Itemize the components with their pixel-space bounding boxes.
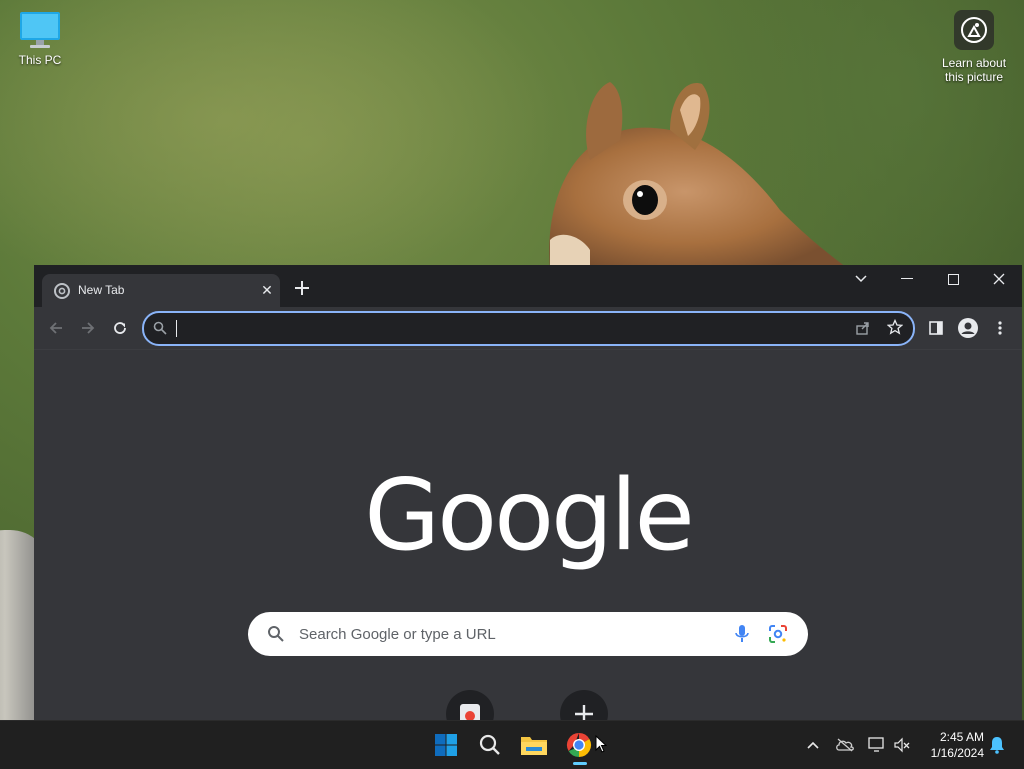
add-shortcut-button[interactable]	[560, 690, 608, 720]
tab-title: New Tab	[78, 283, 125, 297]
close-button[interactable]	[976, 265, 1022, 293]
taskbar-clock[interactable]: 2:45 AM 1/16/2024	[914, 729, 984, 761]
desktop-icon-label: Learn about this picture	[941, 56, 1007, 84]
profile-avatar-icon	[958, 318, 978, 338]
new-tab-page: Google Search Google or type a URL	[34, 350, 1022, 720]
browser-toolbar	[34, 307, 1022, 350]
search-icon	[268, 626, 284, 642]
volume-tray-button[interactable]	[890, 733, 914, 757]
profile-button[interactable]	[957, 317, 979, 339]
menu-button[interactable]	[989, 317, 1011, 339]
wallpaper-blur	[0, 0, 560, 300]
google-logo: Google	[364, 459, 695, 573]
network-icon	[868, 737, 884, 752]
folder-icon	[521, 737, 547, 755]
desktop-icon-learn-about-picture[interactable]: Learn about this picture	[934, 10, 1014, 84]
chevron-up-icon	[807, 741, 819, 749]
reload-button[interactable]	[109, 317, 131, 339]
start-button[interactable]	[426, 727, 466, 763]
squirrel-image	[549, 82, 850, 270]
network-tray-button[interactable]	[865, 733, 889, 757]
volume-muted-icon	[894, 737, 910, 753]
camera-lens-icon	[954, 10, 994, 50]
search-icon	[479, 734, 500, 755]
file-explorer-button[interactable]	[514, 727, 554, 763]
tab-search-button[interactable]	[838, 265, 884, 293]
clock-date: 1/16/2024	[930, 746, 984, 760]
close-icon	[993, 273, 1005, 285]
search-placeholder: Search Google or type a URL	[299, 626, 496, 643]
notifications-button[interactable]	[985, 733, 1009, 757]
google-lens-icon[interactable]	[768, 624, 788, 644]
onedrive-tray-button[interactable]	[833, 733, 857, 757]
tab-strip: New Tab ✕	[34, 265, 1022, 307]
chevron-down-icon	[855, 275, 867, 283]
tab-close-icon[interactable]: ✕	[259, 282, 275, 298]
taskbar-search-button[interactable]	[470, 727, 510, 763]
microphone-icon[interactable]	[734, 624, 750, 644]
maximize-button[interactable]	[930, 265, 976, 293]
taskbar: 2:45 AM 1/16/2024	[0, 720, 1024, 769]
shortcut-favicon	[460, 704, 480, 720]
plus-icon	[575, 705, 593, 720]
shortcut-tile[interactable]	[446, 690, 494, 720]
desktop-icon-label: This PC	[18, 53, 62, 67]
active-app-indicator	[573, 762, 587, 765]
side-panel-button[interactable]	[925, 317, 947, 339]
maximize-icon	[947, 273, 959, 285]
chrome-icon	[566, 733, 592, 757]
windows-logo-icon	[435, 734, 457, 756]
tab-new-tab[interactable]: New Tab ✕	[42, 274, 280, 307]
search-icon	[153, 321, 167, 335]
minimize-icon	[901, 278, 913, 279]
forward-button[interactable]	[77, 317, 99, 339]
bookmark-star-icon[interactable]	[887, 319, 903, 335]
share-icon[interactable]	[855, 320, 871, 336]
reload-icon	[114, 322, 126, 334]
onedrive-offline-icon	[836, 738, 854, 752]
address-bar[interactable]	[142, 311, 915, 346]
arrow-right-icon	[82, 322, 95, 334]
clock-time: 2:45 AM	[939, 730, 984, 744]
chrome-window: New Tab ✕ Google Search Google or type a…	[34, 265, 1022, 720]
arrow-left-icon	[49, 322, 62, 334]
chrome-icon	[54, 283, 70, 299]
ntp-search-box[interactable]: Search Google or type a URL	[248, 612, 808, 656]
mouse-cursor	[595, 735, 607, 753]
chrome-taskbar-button[interactable]	[559, 727, 599, 763]
text-caret	[176, 320, 177, 337]
side-panel-icon	[929, 321, 943, 335]
back-button[interactable]	[45, 317, 67, 339]
show-hidden-icons-button[interactable]	[801, 733, 825, 757]
desktop-icon-this-pc[interactable]: This PC	[0, 10, 80, 67]
computer-monitor-icon	[20, 12, 60, 48]
new-tab-button[interactable]	[292, 278, 312, 298]
minimize-button[interactable]	[884, 265, 930, 293]
bell-icon	[990, 737, 1004, 754]
more-vert-icon	[998, 321, 1002, 335]
